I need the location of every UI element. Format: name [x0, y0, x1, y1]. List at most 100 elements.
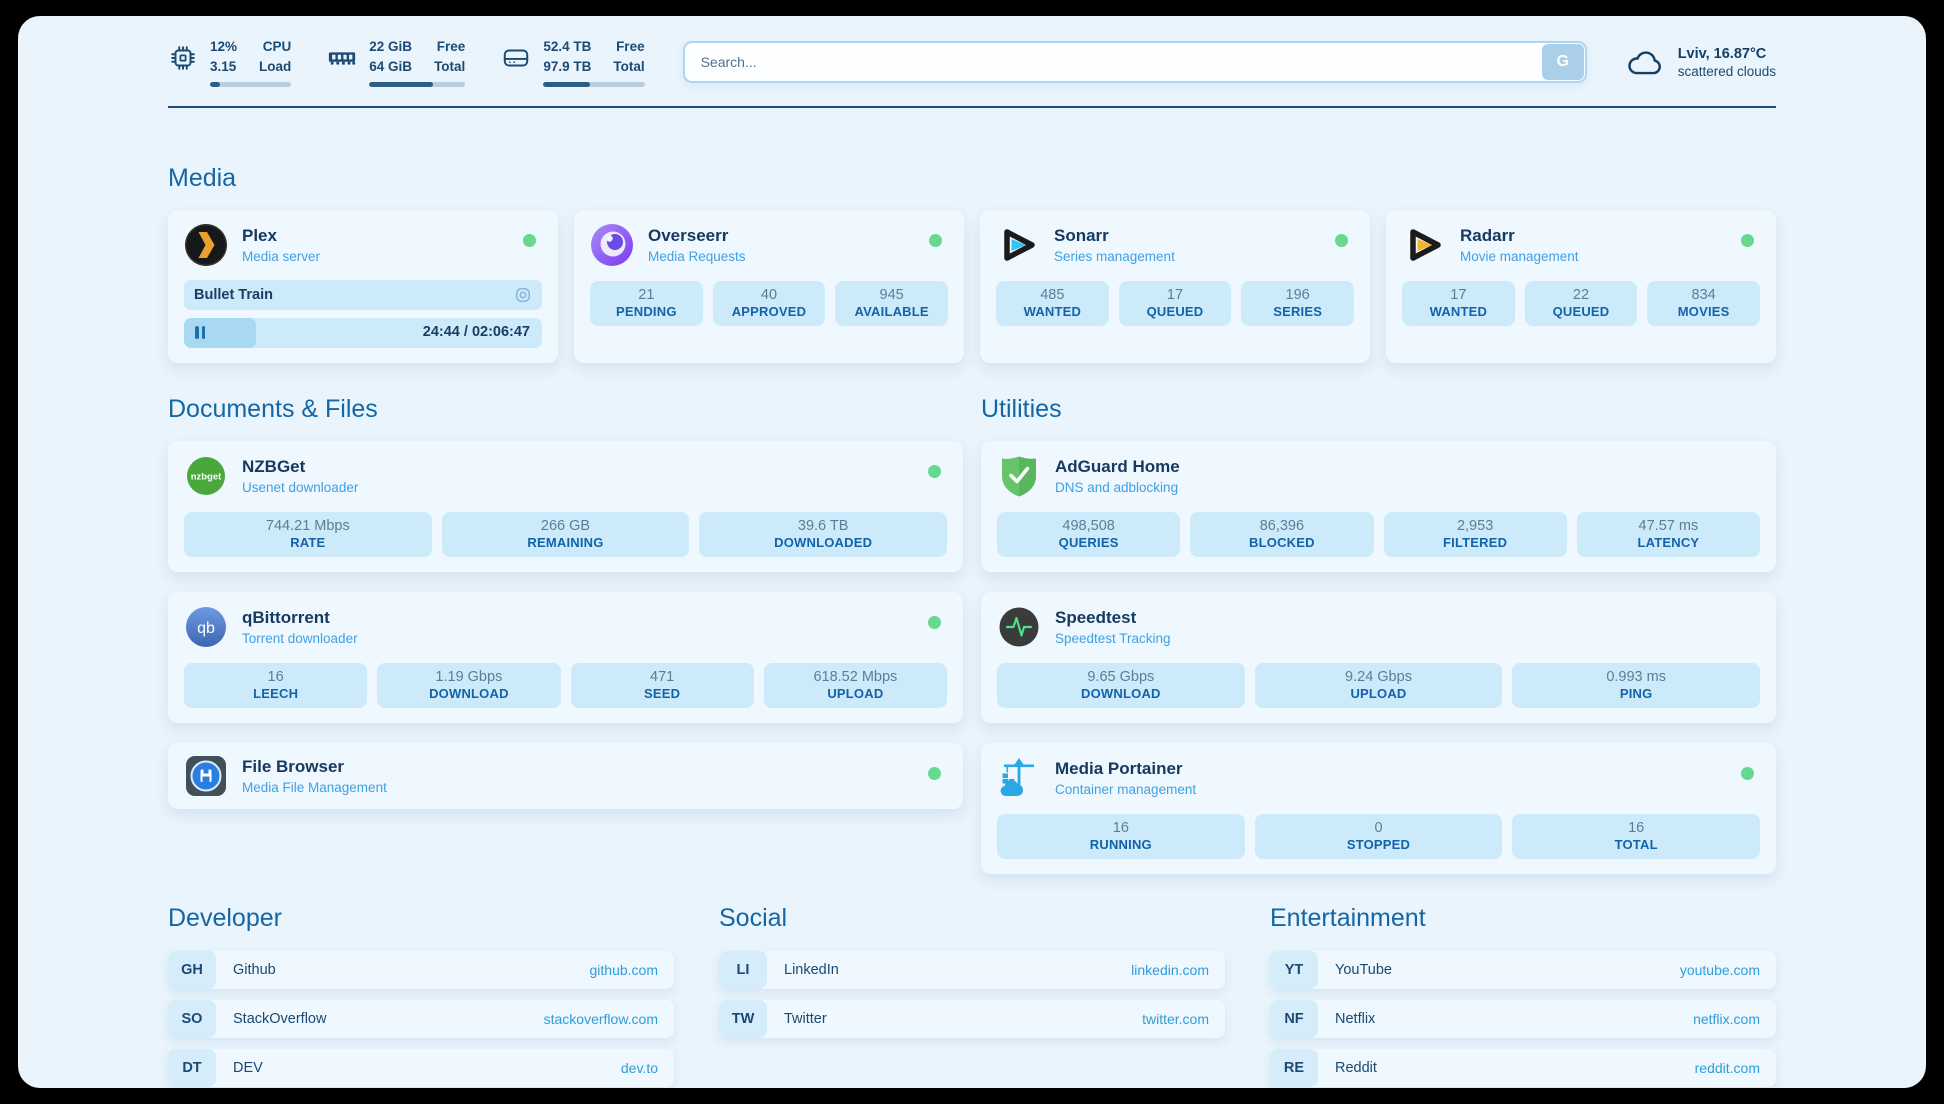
app-card-overseerr[interactable]: Overseerr Media Requests 21 PENDING 40 A…	[574, 210, 964, 363]
app-title: qBittorrent	[242, 608, 358, 628]
link-url: dev.to	[621, 1060, 658, 1076]
link-tag: RE	[1270, 1049, 1318, 1087]
pause-icon[interactable]	[195, 326, 205, 339]
storage-total-label: Total	[613, 57, 644, 77]
app-subtitle: Media Requests	[648, 249, 746, 264]
link-dev[interactable]: DT DEV dev.to	[168, 1049, 674, 1087]
memory-total-value: 64 GiB	[369, 57, 412, 77]
section-title-entertainment: Entertainment	[1270, 904, 1776, 933]
app-title: NZBGet	[242, 457, 358, 477]
speedtest-icon	[997, 605, 1041, 649]
stat-box: 498,508 QUERIES	[997, 512, 1180, 557]
record-icon[interactable]	[514, 286, 532, 304]
storage-total-value: 97.9 TB	[543, 57, 591, 77]
app-card-portainer[interactable]: Media Portainer Container management 16 …	[981, 743, 1776, 874]
link-url: netflix.com	[1693, 1011, 1760, 1027]
memory-free-value: 22 GiB	[369, 37, 412, 57]
storage-free-label: Free	[613, 37, 644, 57]
link-github[interactable]: GH Github github.com	[168, 951, 674, 989]
search-bar: G	[683, 41, 1587, 83]
link-name: Twitter	[784, 1011, 827, 1027]
stat-box: 834 MOVIES	[1647, 281, 1760, 326]
link-reddit[interactable]: RE Reddit reddit.com	[1270, 1049, 1776, 1087]
storage-icon	[501, 43, 531, 73]
cpu-load-label: Load	[259, 57, 291, 77]
stat-box: 40 APPROVED	[713, 281, 826, 326]
app-card-plex[interactable]: Plex Media server Bullet Train	[168, 210, 558, 363]
app-card-radarr[interactable]: Radarr Movie management 17 WANTED 22 QUE…	[1386, 210, 1776, 363]
app-card-qbittorrent[interactable]: qb qBittorrent Torrent downloader 16	[168, 592, 963, 723]
memory-icon	[327, 43, 357, 73]
app-title: Radarr	[1460, 226, 1579, 246]
stat-box: 1.19 Gbps DOWNLOAD	[377, 663, 560, 708]
status-dot	[523, 234, 536, 247]
stat-box: 744.21 Mbps RATE	[184, 512, 432, 557]
link-name: LinkedIn	[784, 962, 839, 978]
link-tag: NF	[1270, 1000, 1318, 1038]
links-column-developer: Developer GH Github github.com SO StackO…	[168, 904, 674, 1088]
link-tag: GH	[168, 951, 216, 989]
header-divider	[168, 106, 1776, 108]
link-name: StackOverflow	[233, 1011, 326, 1027]
link-linkedin[interactable]: LI LinkedIn linkedin.com	[719, 951, 1225, 989]
portainer-icon	[997, 756, 1041, 800]
app-card-adguard[interactable]: AdGuard Home DNS and adblocking 498,508 …	[981, 441, 1776, 572]
stat-box: 0.993 ms PING	[1512, 663, 1760, 708]
utilities-column: Utilities	[981, 395, 1776, 874]
storage-progress-bar	[543, 82, 644, 87]
memory-total-label: Total	[434, 57, 465, 77]
link-netflix[interactable]: NF Netflix netflix.com	[1270, 1000, 1776, 1038]
stat-box: 21 PENDING	[590, 281, 703, 326]
link-name: Reddit	[1335, 1060, 1377, 1076]
links-column-entertainment: Entertainment YT YouTube youtube.com NF …	[1270, 904, 1776, 1088]
status-dot	[928, 616, 941, 629]
app-subtitle: Media server	[242, 249, 320, 264]
app-subtitle: DNS and adblocking	[1055, 480, 1180, 495]
section-title-social: Social	[719, 904, 1225, 933]
app-card-filebrowser[interactable]: File Browser Media File Management	[168, 743, 963, 809]
stat-box: 16 TOTAL	[1512, 814, 1760, 859]
stat-box: 0 STOPPED	[1255, 814, 1503, 859]
app-subtitle: Speedtest Tracking	[1055, 631, 1171, 646]
app-card-sonarr[interactable]: Sonarr Series management 485 WANTED 17 Q…	[980, 210, 1370, 363]
cpu-icon	[168, 43, 198, 73]
app-subtitle: Movie management	[1460, 249, 1579, 264]
radarr-icon	[1402, 223, 1446, 267]
app-title: Overseerr	[648, 226, 746, 246]
section-title-developer: Developer	[168, 904, 674, 933]
stat-box: 86,396 BLOCKED	[1190, 512, 1373, 557]
stat-box: 16 LEECH	[184, 663, 367, 708]
weather-condition: scattered clouds	[1678, 64, 1776, 79]
dashboard: 12% 3.15 CPU Load	[18, 16, 1926, 1088]
status-dot	[929, 234, 942, 247]
app-card-speedtest[interactable]: Speedtest Speedtest Tracking 9.65 Gbps D…	[981, 592, 1776, 723]
cpu-stat-widget: 12% 3.15 CPU Load	[168, 37, 291, 87]
status-dot	[928, 767, 941, 780]
link-url: linkedin.com	[1131, 962, 1209, 978]
link-url: github.com	[590, 962, 658, 978]
app-subtitle: Series management	[1054, 249, 1175, 264]
search-engine-button[interactable]: G	[1542, 44, 1584, 80]
adguard-icon	[997, 454, 1041, 498]
app-subtitle: Media File Management	[242, 780, 387, 795]
link-tag: YT	[1270, 951, 1318, 989]
link-name: DEV	[233, 1060, 263, 1076]
cpu-usage-value: 12%	[210, 37, 237, 57]
app-card-nzbget[interactable]: nzbget NZBGet Usenet downloader 744.21 M…	[168, 441, 963, 572]
search-input[interactable]	[683, 41, 1587, 83]
playback-time: 24:44 / 02:06:47	[423, 324, 530, 340]
stat-box: 22 QUEUED	[1525, 281, 1638, 326]
app-subtitle: Container management	[1055, 782, 1196, 797]
stat-box: 196 SERIES	[1241, 281, 1354, 326]
memory-stat-widget: 22 GiB 64 GiB Free Total	[327, 37, 465, 87]
stat-box: 485 WANTED	[996, 281, 1109, 326]
media-cards-row: Plex Media server Bullet Train	[168, 210, 1776, 363]
link-url: reddit.com	[1695, 1060, 1760, 1076]
link-tag: SO	[168, 1000, 216, 1038]
status-dot	[1741, 234, 1754, 247]
link-twitter[interactable]: TW Twitter twitter.com	[719, 1000, 1225, 1038]
link-youtube[interactable]: YT YouTube youtube.com	[1270, 951, 1776, 989]
link-stackoverflow[interactable]: SO StackOverflow stackoverflow.com	[168, 1000, 674, 1038]
status-dot	[928, 465, 941, 478]
app-subtitle: Torrent downloader	[242, 631, 358, 646]
